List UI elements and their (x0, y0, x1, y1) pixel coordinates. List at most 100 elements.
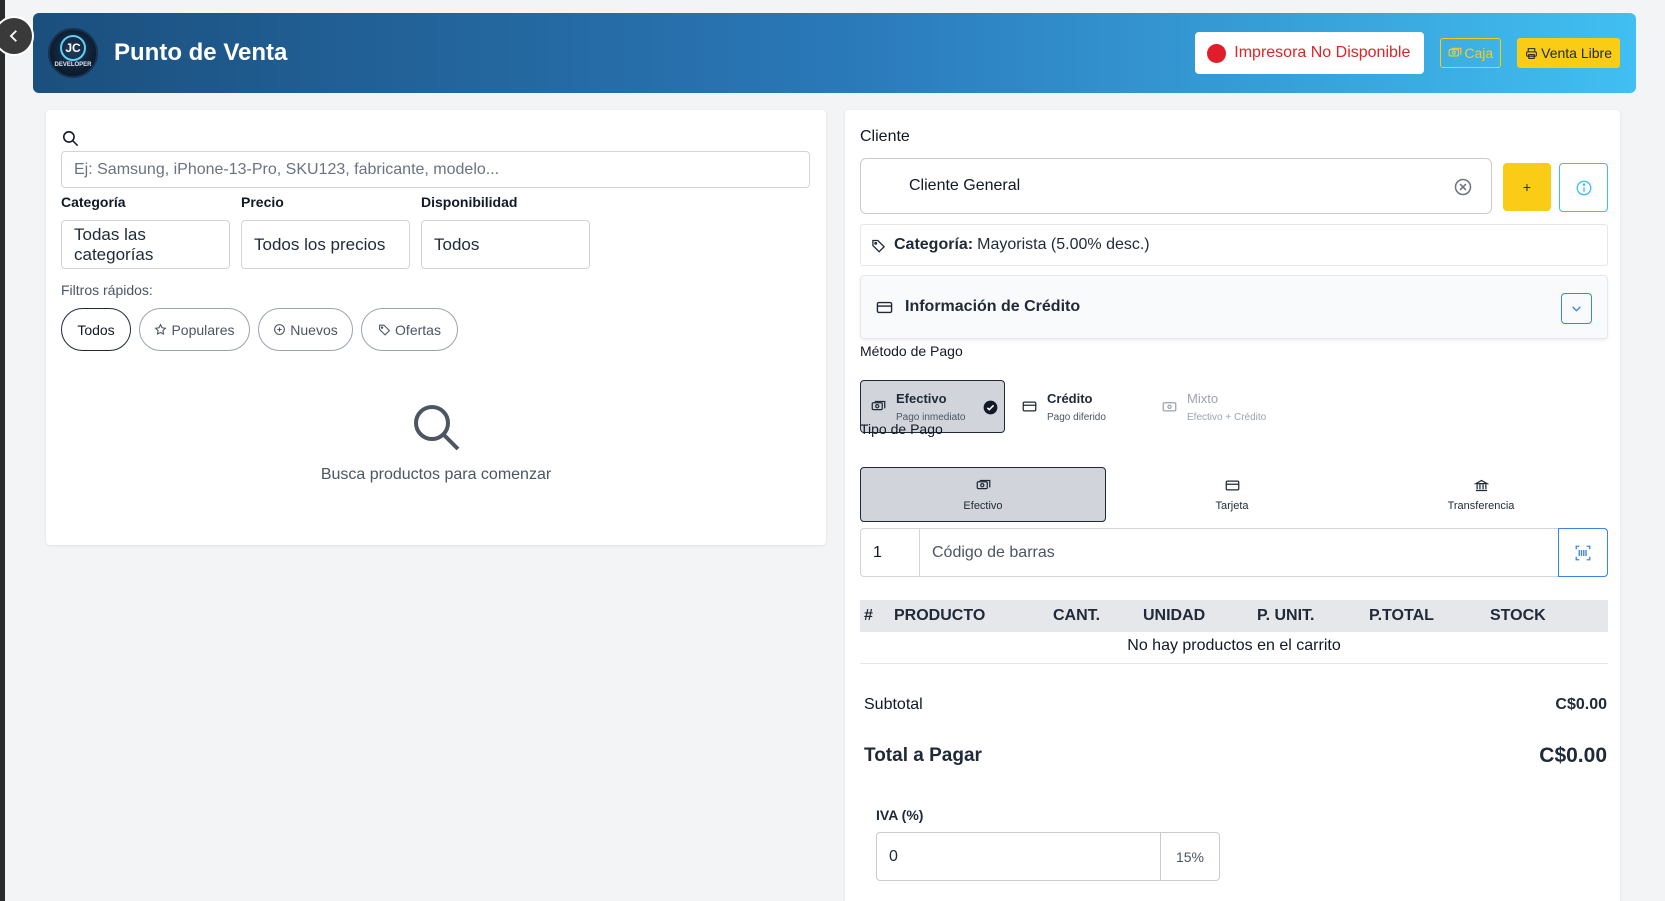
iva-suffix: 15% (1160, 833, 1219, 880)
printer-icon (1526, 47, 1538, 59)
quick-filter-populares[interactable]: Populares (139, 308, 250, 351)
search-icon (62, 130, 79, 147)
caja-label: Caja (1464, 45, 1494, 61)
venta-libre-button[interactable]: Venta Libre (1517, 38, 1620, 68)
product-search-input[interactable]: Ej: Samsung, iPhone-13-Pro, SKU123, fabr… (61, 151, 810, 188)
window-edge (0, 0, 5, 901)
credit-info-accordion[interactable]: Información de Crédito (860, 275, 1608, 339)
subtotal-value: C$0.00 (1555, 696, 1607, 713)
check-circle-icon (983, 400, 998, 415)
printer-status-button[interactable]: Impresora No Disponible (1195, 32, 1425, 74)
quick-filter-label: Populares (171, 321, 235, 338)
availability-filter-label: Disponibilidad (421, 194, 518, 210)
category-select[interactable]: Todas las categorías (61, 220, 230, 269)
column-header: STOCK (1490, 607, 1546, 624)
wallet-icon (1162, 402, 1177, 412)
client-category-value: Mayorista (5.00% desc.) (977, 236, 1150, 253)
sale-panel: Cliente Cliente General + Categoría: May… (845, 110, 1620, 901)
payment-type-efectivo[interactable]: Efectivo (860, 467, 1106, 522)
payment-method-subtitle: Efectivo + Crédito (1187, 411, 1267, 423)
payment-method-title: Efectivo (896, 390, 947, 406)
payment-method-title: Crédito (1047, 390, 1093, 406)
payment-type-label-text: Transferencia (1447, 499, 1515, 512)
total-label: Total a Pagar (864, 745, 982, 766)
credit-card-icon (1022, 401, 1037, 412)
client-category-prefix: Categoría: (894, 236, 974, 253)
back-button[interactable] (0, 16, 34, 56)
cash-icon (871, 400, 886, 411)
payment-method-title: Mixto (1187, 390, 1219, 406)
info-icon (1576, 180, 1591, 195)
credit-card-icon (876, 301, 893, 313)
payment-method-subtitle: Pago diferido (1047, 411, 1106, 423)
cash-icon (1448, 47, 1462, 57)
client-value: Cliente General (909, 177, 1021, 194)
quick-filters-label: Filtros rápidos: (61, 282, 153, 298)
total-value: C$0.00 (1539, 744, 1607, 767)
column-header: CANT. (1053, 607, 1101, 624)
column-header: PRODUCTO (894, 607, 986, 624)
tag-icon (379, 324, 391, 336)
category-filter-label: Categoría (61, 194, 126, 210)
column-header: # (864, 607, 873, 624)
barcode-input[interactable]: Código de barras (920, 529, 1558, 576)
credit-info-title: Información de Crédito (905, 298, 1081, 315)
quick-filter-label: Todos (77, 321, 115, 338)
bank-icon (1473, 479, 1489, 491)
payment-method-label: Método de Pago (860, 343, 963, 359)
payment-type-tarjeta[interactable]: Tarjeta (1109, 467, 1355, 522)
quick-filter-todos[interactable]: Todos (61, 308, 131, 351)
quick-filter-ofertas[interactable]: Ofertas (361, 308, 458, 351)
payment-type-label-text: Efectivo (963, 499, 1003, 512)
price-filter-label: Precio (241, 194, 284, 210)
column-header: UNIDAD (1143, 607, 1206, 624)
barcode-scan-icon (1575, 545, 1591, 560)
printer-status-label: Impresora No Disponible (1234, 44, 1411, 61)
app-header: JC DEVELOPER Punto de Venta Impresora No… (33, 13, 1636, 93)
quick-filter-nuevos[interactable]: Nuevos (258, 308, 353, 351)
logo: JC DEVELOPER (48, 28, 98, 78)
client-label: Cliente (860, 128, 910, 145)
quick-filter-label: Nuevos (290, 321, 338, 338)
cart-table-header: # PRODUCTO CANT. UNIDAD P. UNIT. P.TOTAL… (860, 600, 1608, 632)
chevron-down-icon (1572, 306, 1581, 312)
client-category: Categoría: Mayorista (5.00% desc.) (860, 224, 1608, 266)
empty-products-text: Busca productos para comenzar (320, 466, 552, 483)
iva-field: 0 15% (876, 832, 1220, 881)
client-info-button[interactable] (1559, 163, 1608, 212)
price-select[interactable]: Todos los precios (241, 220, 410, 269)
payment-type-label-text: Tarjeta (1215, 499, 1249, 512)
status-dot-icon (1207, 43, 1227, 63)
cash-icon (976, 479, 990, 489)
caja-button[interactable]: Caja (1440, 38, 1502, 68)
payment-type-label: Tipo de Pago (860, 421, 943, 437)
add-client-button[interactable]: + (1503, 163, 1551, 211)
page-title: Punto de Venta (114, 39, 288, 66)
tag-icon (872, 239, 886, 253)
clear-circle-icon[interactable] (1453, 177, 1473, 197)
payment-method-credito[interactable]: Crédito Pago diferido (1012, 380, 1152, 433)
payment-method-mixto[interactable]: Mixto Efectivo + Crédito (1152, 380, 1302, 433)
credit-card-icon (1225, 480, 1239, 490)
empty-cart-row: No hay productos en el carrito (860, 632, 1608, 664)
logo-caption: DEVELOPER (54, 61, 92, 68)
client-select[interactable]: Cliente General (860, 158, 1492, 214)
quantity-input[interactable]: 1 (861, 529, 920, 576)
quick-filter-label: Ofertas (395, 321, 441, 338)
barcode-entry: 1 Código de barras (860, 528, 1608, 577)
iva-input[interactable]: 0 (877, 833, 1160, 880)
payment-type-transferencia[interactable]: Transferencia (1358, 467, 1604, 522)
chevron-left-icon (9, 30, 17, 42)
scan-barcode-button[interactable] (1558, 528, 1608, 577)
product-search-panel: Ej: Samsung, iPhone-13-Pro, SKU123, fabr… (46, 110, 826, 545)
logo-mark: JC (60, 34, 86, 61)
plus-circle-icon (274, 324, 286, 335)
subtotal-label: Subtotal (864, 696, 923, 713)
venta-libre-label: Venta Libre (1541, 45, 1612, 61)
column-header: P. UNIT. (1257, 607, 1315, 624)
expand-credit-button[interactable] (1561, 293, 1592, 324)
availability-select[interactable]: Todos (421, 220, 590, 269)
column-header: P.TOTAL (1369, 607, 1434, 624)
header-actions: Impresora No Disponible Caja Venta Libre (1195, 32, 1620, 74)
star-icon (154, 323, 168, 335)
